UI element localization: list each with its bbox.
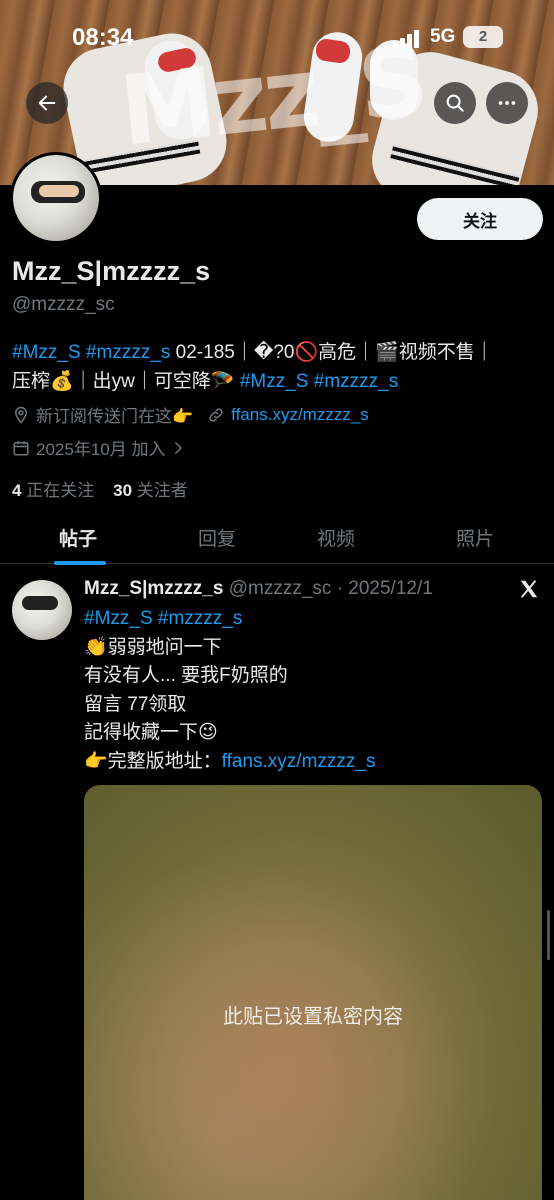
x-logo-icon [520,580,538,598]
post-link[interactable]: ffans.xyz/mzzzz_s [222,751,376,772]
profile-stats: 4 正在关注 30 关注者 [12,476,188,501]
website-link[interactable]: ffans.xyz/mzzzz_s [231,405,369,425]
signal-icon [393,30,423,48]
profile-meta-joined[interactable]: 2025年10月 加入 [12,435,193,460]
back-arrow-icon [38,95,56,111]
post-avatar[interactable] [12,580,72,640]
post-line: 👏弱弱地问一下 [84,636,222,658]
location-text: 新订阅传送门在这👉 [36,407,194,426]
followers-stat[interactable]: 30 关注者 [113,481,188,500]
search-button[interactable] [434,82,476,124]
more-button[interactable] [486,82,528,124]
post-line: 記得收藏一下😉 [84,722,218,743]
hashtag-link[interactable]: #Mzz_S [240,371,309,392]
profile-meta-location: 新订阅传送门在这👉 ffans.xyz/mzzzz_s [12,402,369,427]
scrollbar[interactable] [547,910,550,960]
back-button[interactable] [26,82,68,124]
profile-avatar[interactable] [10,152,102,244]
bio-text: 02-185｜�?0🚫高危｜🎬视频不售｜ [170,342,494,363]
chevron-right-icon [175,441,183,454]
hashtag-link[interactable]: #mzzzz_s [86,342,170,363]
post-line: 👉完整版地址：ffans.xyz/mzzzz_s [84,750,376,772]
following-stat[interactable]: 4 正在关注 [12,481,94,500]
profile-tabs: 帖子 回复 视频 照片 [0,512,554,565]
bio-text: 压榨💰｜出yw｜可空降🪂 [12,371,240,392]
location-icon [14,406,28,424]
follow-button[interactable]: 关注 [417,198,543,240]
post-handle-date: @mzzzz_sc · 2025/12/1 [228,578,433,599]
post-hashtags[interactable]: #Mzz_S #mzzzz_s [84,605,375,634]
calendar-icon [13,440,29,455]
post-header: Mzz_S|mzzzz_s @mzzzz_sc · 2025/12/1 [84,578,433,600]
tab-videos[interactable]: 视频 [317,524,355,551]
profile-bio: #Mzz_S #mzzzz_s 02-185｜�?0🚫高危｜🎬视频不售｜ 压榨💰… [12,338,542,396]
post-line: 留言 77领取 [84,693,187,715]
hashtag-link[interactable]: #Mzz_S [12,342,81,363]
post-author-name[interactable]: Mzz_S|mzzzz_s [84,578,223,599]
network-type: 5G [430,26,456,47]
battery-icon: 2 [463,26,503,48]
bio-line-2: 压榨💰｜出yw｜可空降🪂 #Mzz_S #mzzzz_s [12,367,542,396]
post-text: #Mzz_S #mzzzz_s 👏弱弱地问一下 有没有人... 要我F奶照的 留… [84,605,375,776]
status-bar: 08:34 5G 2 [0,0,554,70]
tab-photos[interactable]: 照片 [456,524,494,551]
private-content-notice: 此贴已设置私密内容 [223,1006,403,1028]
post-media-private[interactable]: 此贴已设置私密内容 [84,785,542,1200]
tab-posts[interactable]: 帖子 [59,524,97,551]
joined-text: 2025年10月 加入 [36,440,166,459]
hashtag-link[interactable]: #mzzzz_s [314,371,398,392]
bio-line-1: #Mzz_S #mzzzz_s 02-185｜�?0🚫高危｜🎬视频不售｜ [12,338,542,367]
link-icon [209,407,223,422]
tab-replies[interactable]: 回复 [198,524,236,551]
profile-name: Mzz_S|mzzzz_s [12,256,211,286]
active-tab-indicator [54,561,106,565]
status-time: 08:34 [72,24,134,51]
search-icon [446,94,464,112]
profile-handle: @mzzzz_sc [12,294,115,315]
more-icon [498,101,516,105]
post-line: 有没有人... 要我F奶照的 [84,665,288,686]
